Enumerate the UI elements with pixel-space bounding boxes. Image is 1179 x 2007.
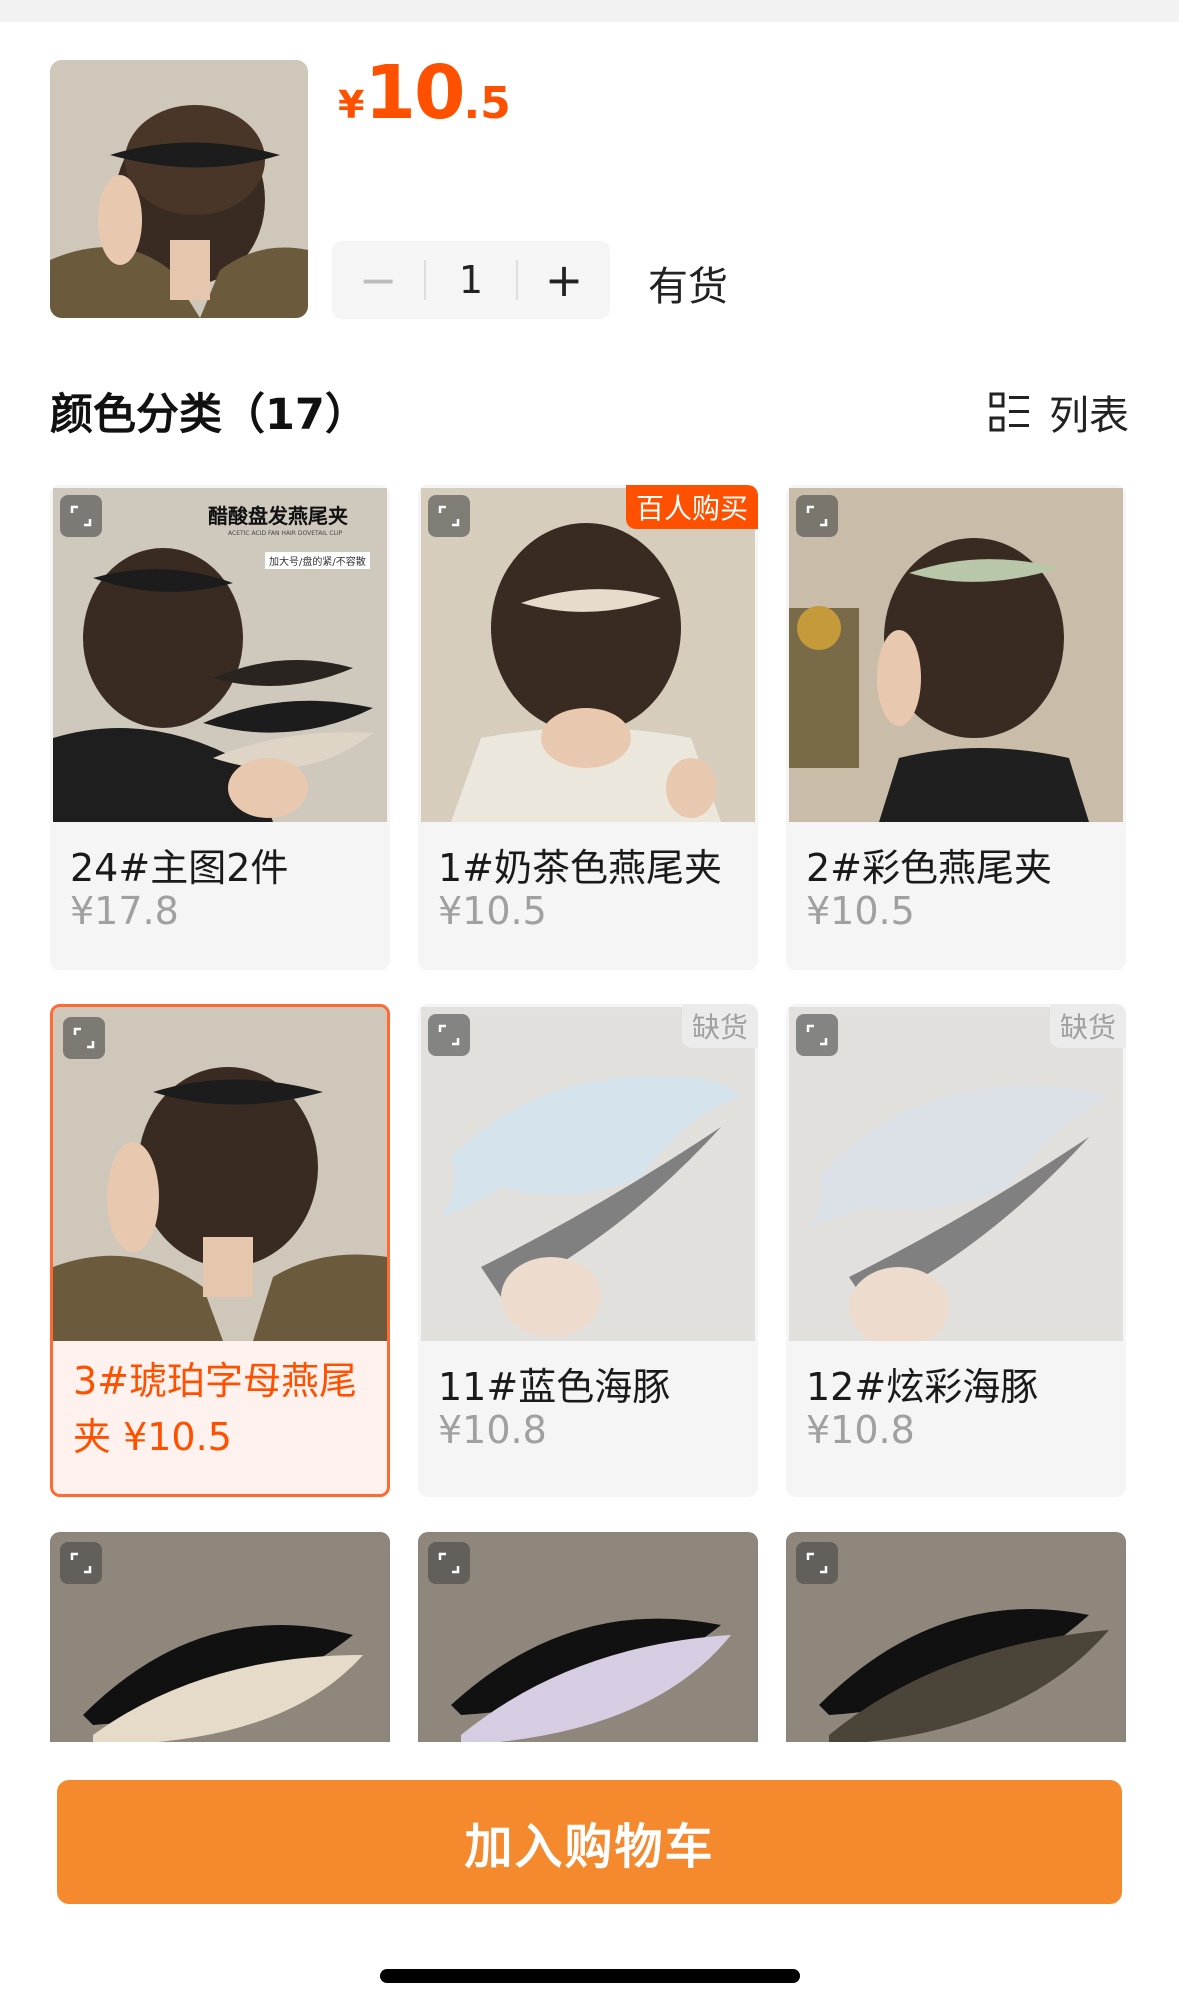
quantity-stepper: − 1 +: [332, 241, 610, 319]
option-price: ¥10.8: [806, 1408, 915, 1452]
option-price: ¥17.8: [70, 889, 179, 933]
quantity-value[interactable]: 1: [426, 258, 516, 302]
increase-button[interactable]: +: [518, 241, 610, 319]
list-icon: [989, 392, 1029, 432]
option-image: [421, 1007, 755, 1341]
option-card[interactable]: 百人购买 1#奶茶色燕尾夹 ¥10.5: [418, 485, 758, 970]
image-tag: 加大号/盘的紧/不容散: [265, 552, 370, 569]
expand-icon[interactable]: [796, 495, 838, 537]
option-image: 醋酸盘发燕尾夹 ACETIC ACID FAN HAIR DOVETAIL CL…: [53, 488, 387, 822]
option-card[interactable]: 缺货 12#炫彩海豚 ¥10.8: [786, 1004, 1126, 1497]
option-image: [421, 1535, 755, 1745]
expand-icon[interactable]: [60, 495, 102, 537]
option-price: ¥10.8: [438, 1408, 547, 1452]
option-name: 3#琥珀字母燕尾夹 ¥10.5: [73, 1359, 358, 1459]
option-image: [53, 1535, 387, 1745]
top-strip: [0, 0, 1179, 22]
option-image: [53, 1007, 387, 1341]
option-price: ¥10.5: [806, 889, 915, 933]
decrease-button[interactable]: −: [332, 241, 424, 319]
option-name: 12#炫彩海豚: [806, 1365, 1039, 1409]
price-currency: ¥: [338, 83, 365, 127]
add-to-cart-button[interactable]: 加入购物车: [57, 1780, 1122, 1904]
option-image: [789, 488, 1123, 822]
option-card[interactable]: [786, 1532, 1126, 1762]
option-image: [789, 1535, 1123, 1745]
option-card[interactable]: [50, 1532, 390, 1762]
option-image: [789, 1007, 1123, 1341]
stock-status: 有货: [648, 264, 728, 310]
section-title: 颜色分类（17）: [50, 390, 368, 440]
option-name: 1#奶茶色燕尾夹: [438, 846, 723, 890]
option-card[interactable]: 醋酸盘发燕尾夹 ACETIC ACID FAN HAIR DOVETAIL CL…: [50, 485, 390, 970]
expand-icon[interactable]: [428, 1542, 470, 1584]
option-card[interactable]: 2#彩色燕尾夹 ¥10.5: [786, 485, 1126, 970]
list-view-toggle[interactable]: 列表: [989, 383, 1129, 441]
option-card[interactable]: 缺货 11#蓝色海豚 ¥10.8: [418, 1004, 758, 1497]
option-card[interactable]: [418, 1532, 758, 1762]
expand-icon[interactable]: [796, 1542, 838, 1584]
price-decimal: .5: [463, 78, 511, 129]
list-label: 列表: [1049, 393, 1129, 439]
product-thumbnail[interactable]: [50, 60, 308, 318]
expand-icon[interactable]: [428, 1014, 470, 1056]
expand-icon[interactable]: [63, 1017, 105, 1059]
option-name: 24#主图2件: [70, 846, 289, 890]
option-image: [421, 488, 755, 822]
option-card-selected[interactable]: 3#琥珀字母燕尾夹 ¥10.5: [50, 1004, 390, 1497]
option-name: 2#彩色燕尾夹: [806, 846, 1053, 890]
out-of-stock-badge: 缺货: [681, 1004, 758, 1048]
price-integer: 10: [364, 50, 465, 136]
option-price: ¥10.5: [438, 889, 547, 933]
expand-icon[interactable]: [796, 1014, 838, 1056]
expand-icon[interactable]: [428, 495, 470, 537]
image-title: 醋酸盘发燕尾夹: [208, 504, 348, 528]
out-of-stock-badge: 缺货: [1049, 1004, 1126, 1048]
image-subtitle: ACETIC ACID FAN HAIR DOVETAIL CLIP: [228, 530, 343, 537]
expand-icon[interactable]: [60, 1542, 102, 1584]
product-price: ¥10.5: [338, 50, 511, 136]
home-indicator: [380, 1969, 800, 1983]
popular-badge: 百人购买: [625, 485, 758, 529]
option-name: 11#蓝色海豚: [438, 1365, 671, 1409]
